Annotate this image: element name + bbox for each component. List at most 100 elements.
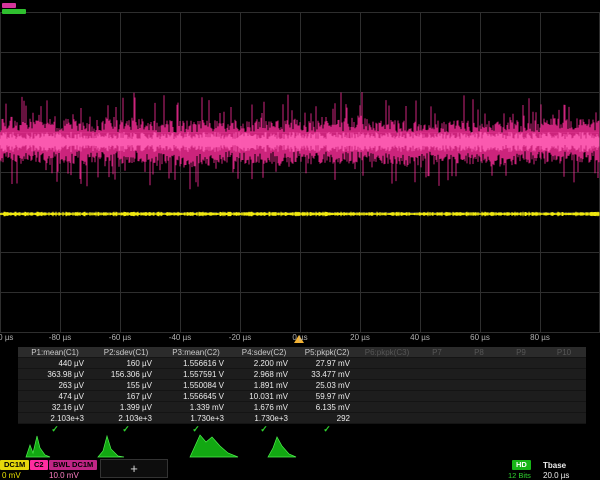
- measure-header-cell[interactable]: P10: [542, 347, 586, 357]
- status-check-icon: ✓: [92, 424, 160, 435]
- measure-value-cell: 1.556616 V: [160, 358, 232, 368]
- measure-header-cell[interactable]: P8: [458, 347, 500, 357]
- measure-value-cell: 33.477 mV: [296, 369, 358, 379]
- x-axis-label: 0 µs: [270, 333, 330, 342]
- hd-bits-label: 12 Bits: [508, 471, 531, 480]
- table-row: 2.103e+32.103e+31.730e+31.730e+3292: [18, 413, 586, 424]
- measure-value-cell: [458, 380, 500, 390]
- measure-value-cell: [542, 413, 586, 423]
- status-indicators: [2, 2, 26, 15]
- measure-value-cell: 363.98 µV: [18, 369, 92, 379]
- x-axis-label: 40 µs: [390, 333, 450, 342]
- measure-value-cell: [500, 369, 542, 379]
- measure-header-cell[interactable]: P6:pkpk(C3): [358, 347, 416, 357]
- measure-value-cell: [458, 391, 500, 401]
- histicon: [98, 436, 124, 457]
- measure-value-cell: [358, 369, 416, 379]
- histicon: [268, 437, 296, 457]
- measure-value-cell: [416, 391, 458, 401]
- x-axis-label: 20 µs: [330, 333, 390, 342]
- c1-waveform[interactable]: [0, 212, 599, 217]
- measure-value-cell: [358, 402, 416, 412]
- measure-header-cell[interactable]: P9: [500, 347, 542, 357]
- measure-value-cell: [542, 358, 586, 368]
- x-axis-label: -80 µs: [30, 333, 90, 342]
- measure-header-cell[interactable]: P4:sdev(C2): [232, 347, 296, 357]
- measure-value-cell: 1.891 mV: [232, 380, 296, 390]
- histicon: [190, 435, 238, 457]
- measure-header-cell[interactable]: P3:mean(C2): [160, 347, 232, 357]
- measure-value-cell: 1.399 µV: [92, 402, 160, 412]
- status-empty-cell: [358, 424, 416, 435]
- measure-value-cell: 2.103e+3: [92, 413, 160, 423]
- channel2-coupling-badge[interactable]: BWL DC1M: [49, 460, 97, 470]
- measure-value-cell: 1.557591 V: [160, 369, 232, 379]
- x-axis-label: -40 µs: [150, 333, 210, 342]
- add-trace-button[interactable]: +: [100, 459, 168, 478]
- waveform-display: [0, 0, 600, 346]
- channel2-status-led: [2, 3, 16, 8]
- measure-value-cell: 156.306 µV: [92, 369, 160, 379]
- histicon: [26, 436, 50, 457]
- measure-value-cell: [416, 413, 458, 423]
- measure-value-cell: [416, 402, 458, 412]
- timebase-descriptor[interactable]: Tbase: [543, 461, 566, 470]
- measure-header-cell[interactable]: P2:sdev(C1): [92, 347, 160, 357]
- measure-header-cell[interactable]: P7: [416, 347, 458, 357]
- measure-value-cell: 2.200 mV: [232, 358, 296, 368]
- measure-value-cell: [500, 402, 542, 412]
- measure-value-cell: [458, 402, 500, 412]
- measure-value-cell: [458, 369, 500, 379]
- measure-value-cell: 2.968 mV: [232, 369, 296, 379]
- measure-header-cell[interactable]: P1:mean(C1): [18, 347, 92, 357]
- measure-value-cell: [458, 413, 500, 423]
- measure-value-cell: 1.730e+3: [232, 413, 296, 423]
- measure-value-cell: 1.556645 V: [160, 391, 232, 401]
- x-axis-label: -60 µs: [90, 333, 150, 342]
- measure-value-cell: 6.135 mV: [296, 402, 358, 412]
- measure-value-cell: 474 µV: [18, 391, 92, 401]
- measure-value-cell: 1.676 mV: [232, 402, 296, 412]
- measure-value-cell: 160 µV: [92, 358, 160, 368]
- table-row: P1:mean(C1)P2:sdev(C1)P3:mean(C2)P4:sdev…: [18, 347, 586, 358]
- measure-value-cell: [416, 369, 458, 379]
- acquisition-status-led: [2, 9, 26, 14]
- table-row: 32.16 µV1.399 µV1.339 mV1.676 mV6.135 mV: [18, 402, 586, 413]
- measure-value-cell: 32.16 µV: [18, 402, 92, 412]
- status-check-icon: ✓: [232, 424, 296, 435]
- table-row: 440 µV160 µV1.556616 V2.200 mV27.97 mV: [18, 358, 586, 369]
- channel2-scale: 10.0 mV: [49, 471, 79, 480]
- measure-value-cell: [500, 391, 542, 401]
- measure-value-cell: [500, 358, 542, 368]
- channel1-descriptor[interactable]: DC1M: [0, 460, 29, 470]
- oscilloscope-screen: -100 µs-80 µs-60 µs-40 µs-20 µs0 µs20 µs…: [0, 0, 600, 480]
- hd-mode-badge: HD: [512, 460, 531, 470]
- descriptor-bar: DC1M 0 mV C2 BWL DC1M 10.0 mV + HD 12 Bi…: [0, 459, 600, 480]
- measure-value-cell: 155 µV: [92, 380, 160, 390]
- x-axis-label: -100 µs: [0, 333, 30, 342]
- measure-value-cell: 440 µV: [18, 358, 92, 368]
- measure-value-cell: 263 µV: [18, 380, 92, 390]
- measure-value-cell: 1.339 mV: [160, 402, 232, 412]
- measure-value-cell: [358, 358, 416, 368]
- measurement-table: P1:mean(C1)P2:sdev(C1)P3:mean(C2)P4:sdev…: [18, 347, 586, 435]
- measure-value-cell: 1.550084 V: [160, 380, 232, 390]
- status-empty-cell: [416, 424, 458, 435]
- measure-value-cell: [358, 391, 416, 401]
- x-axis-label: -20 µs: [210, 333, 270, 342]
- measure-value-cell: 292: [296, 413, 358, 423]
- measure-value-cell: 1.730e+3: [160, 413, 232, 423]
- status-empty-cell: [542, 424, 586, 435]
- measure-value-cell: [542, 380, 586, 390]
- time-axis: -100 µs-80 µs-60 µs-40 µs-20 µs0 µs20 µs…: [0, 333, 600, 345]
- x-axis-label: 80 µs: [510, 333, 570, 342]
- measure-value-cell: 25.03 mV: [296, 380, 358, 390]
- measure-header-cell[interactable]: P5:pkpk(C2): [296, 347, 358, 357]
- measure-value-cell: [416, 358, 458, 368]
- parameter-histicons: [0, 433, 600, 459]
- measure-value-cell: 2.103e+3: [18, 413, 92, 423]
- status-empty-cell: [458, 424, 500, 435]
- channel2-descriptor[interactable]: C2: [30, 460, 48, 470]
- status-empty-cell: [500, 424, 542, 435]
- x-axis-label: 60 µs: [450, 333, 510, 342]
